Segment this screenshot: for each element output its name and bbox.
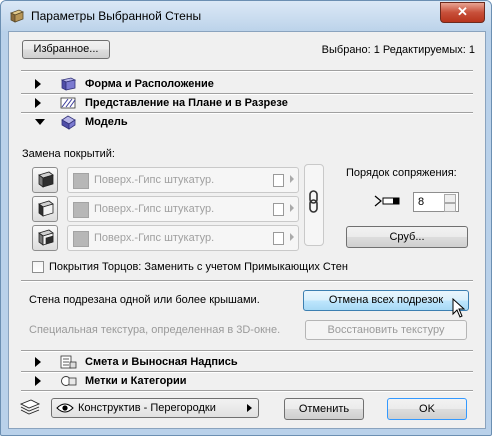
cancel-label: Отменить <box>298 403 350 415</box>
expand-icon[interactable] <box>35 357 41 367</box>
collapse-icon[interactable] <box>35 119 45 125</box>
material-swatch <box>73 231 89 247</box>
mouse-cursor-icon <box>452 298 466 318</box>
tags-categories-icon <box>61 376 77 386</box>
surface-button-face[interactable] <box>32 167 58 193</box>
trim-info-text: Стена подрезана одной или более крышами. <box>29 294 260 306</box>
dialog-window: Параметры Выбранной Стены ✕ Избранное...… <box>0 0 492 436</box>
surface-select-back[interactable]: Поверх.-Гипс штукатур. <box>67 225 299 251</box>
link-surfaces-toggle[interactable] <box>304 164 324 246</box>
separator <box>21 350 473 352</box>
panel-listing-label: Смета и Выносная Надпись <box>85 356 238 368</box>
material-swatch <box>73 202 89 218</box>
junction-order-input[interactable]: 8 <box>413 192 459 212</box>
panel-model-label: Модель <box>85 116 128 128</box>
dialog-body: Избранное... Выбрано: 1 Редактируемых: 1… <box>8 31 486 429</box>
favorites-button[interactable]: Избранное... <box>22 40 110 59</box>
separator <box>21 390 473 392</box>
close-icon: ✕ <box>457 4 468 19</box>
edges-checkbox[interactable] <box>32 261 44 273</box>
wall-tool-icon <box>10 9 24 23</box>
texture-info-text: Специальная текстура, определенная в 3D-… <box>29 324 281 336</box>
panel-model-header[interactable]: Модель <box>21 114 473 131</box>
ok-button[interactable]: OK <box>387 398 467 420</box>
log-button[interactable]: Сруб... <box>346 226 468 248</box>
separator <box>21 280 473 282</box>
title-bar[interactable]: Параметры Выбранной Стены ✕ <box>1 1 491 31</box>
surface-value: Поверх.-Гипс штукатур. <box>94 232 215 244</box>
listing-label-icon <box>60 355 77 369</box>
eye-icon <box>56 403 74 413</box>
panel-plan-header[interactable]: Представление на Плане и в Разрезе <box>21 95 473 112</box>
layer-value: Конструктив - Перегородки <box>78 402 216 414</box>
chain-link-icon <box>309 190 318 213</box>
surfaces-label: Замена покрытий: <box>22 148 115 160</box>
document-icon <box>273 232 284 245</box>
surface-button-back[interactable] <box>32 225 58 251</box>
panel-tags-label: Метки и Категории <box>85 375 187 387</box>
layer-select[interactable]: Конструктив - Перегородки <box>51 398 259 418</box>
close-button[interactable]: ✕ <box>440 2 485 23</box>
restore-texture-button[interactable]: Восстановить текстуру <box>305 320 467 340</box>
panel-plan-label: Представление на Плане и в Разрезе <box>85 97 288 109</box>
junction-order-value: 8 <box>418 196 425 208</box>
wall-geometry-icon <box>60 77 77 91</box>
surface-button-side[interactable] <box>32 196 58 222</box>
surface-select-side[interactable]: Поверх.-Гипс штукатур. <box>67 196 299 222</box>
cancel-trims-label: Отмена всех подрезок <box>328 294 444 306</box>
log-button-label: Сруб... <box>389 231 425 243</box>
material-swatch <box>73 173 89 189</box>
chevron-right-icon <box>247 404 252 412</box>
document-icon <box>273 174 284 187</box>
stepper-up-icon[interactable] <box>444 194 456 203</box>
document-icon <box>273 203 284 216</box>
surface-value: Поверх.-Гипс штукатур. <box>94 174 215 186</box>
floor-plan-section-icon <box>60 97 76 109</box>
expand-icon[interactable] <box>35 376 41 386</box>
ok-label: OK <box>419 403 435 415</box>
selection-status: Выбрано: 1 Редактируемых: 1 <box>321 44 475 56</box>
chevron-right-icon <box>290 233 294 241</box>
chevron-right-icon <box>290 175 294 183</box>
surface-select-face[interactable]: Поверх.-Гипс штукатур. <box>67 167 299 193</box>
wall-face-icon <box>38 171 54 188</box>
expand-icon[interactable] <box>35 98 41 108</box>
favorites-label: Избранное... <box>33 43 99 55</box>
junction-order-label: Порядок сопряжения: <box>346 167 457 179</box>
chevron-right-icon <box>290 204 294 212</box>
restore-texture-label: Восстановить текстуру <box>327 324 445 336</box>
stepper-down-icon[interactable] <box>444 203 456 212</box>
junction-order-icon <box>374 195 400 207</box>
panel-listing-header[interactable]: Смета и Выносная Надпись <box>21 354 473 371</box>
wall-back-icon <box>38 229 54 246</box>
window-title: Параметры Выбранной Стены <box>31 9 202 23</box>
cancel-trims-button[interactable]: Отмена всех подрезок <box>303 290 469 311</box>
panel-form-header[interactable]: Форма и Расположение <box>21 76 473 93</box>
cancel-button[interactable]: Отменить <box>284 398 364 420</box>
expand-icon[interactable] <box>35 79 41 89</box>
edges-checkbox-label[interactable]: Покрытия Торцов: Заменить с учетом Примы… <box>49 261 348 273</box>
layers-icon <box>19 399 41 415</box>
surface-value: Поверх.-Гипс штукатур. <box>94 203 215 215</box>
model-surface-icon <box>61 115 76 130</box>
wall-side-icon <box>38 200 54 217</box>
panel-tags-header[interactable]: Метки и Категории <box>21 373 473 390</box>
separator <box>21 70 473 72</box>
panel-form-label: Форма и Расположение <box>85 78 214 90</box>
